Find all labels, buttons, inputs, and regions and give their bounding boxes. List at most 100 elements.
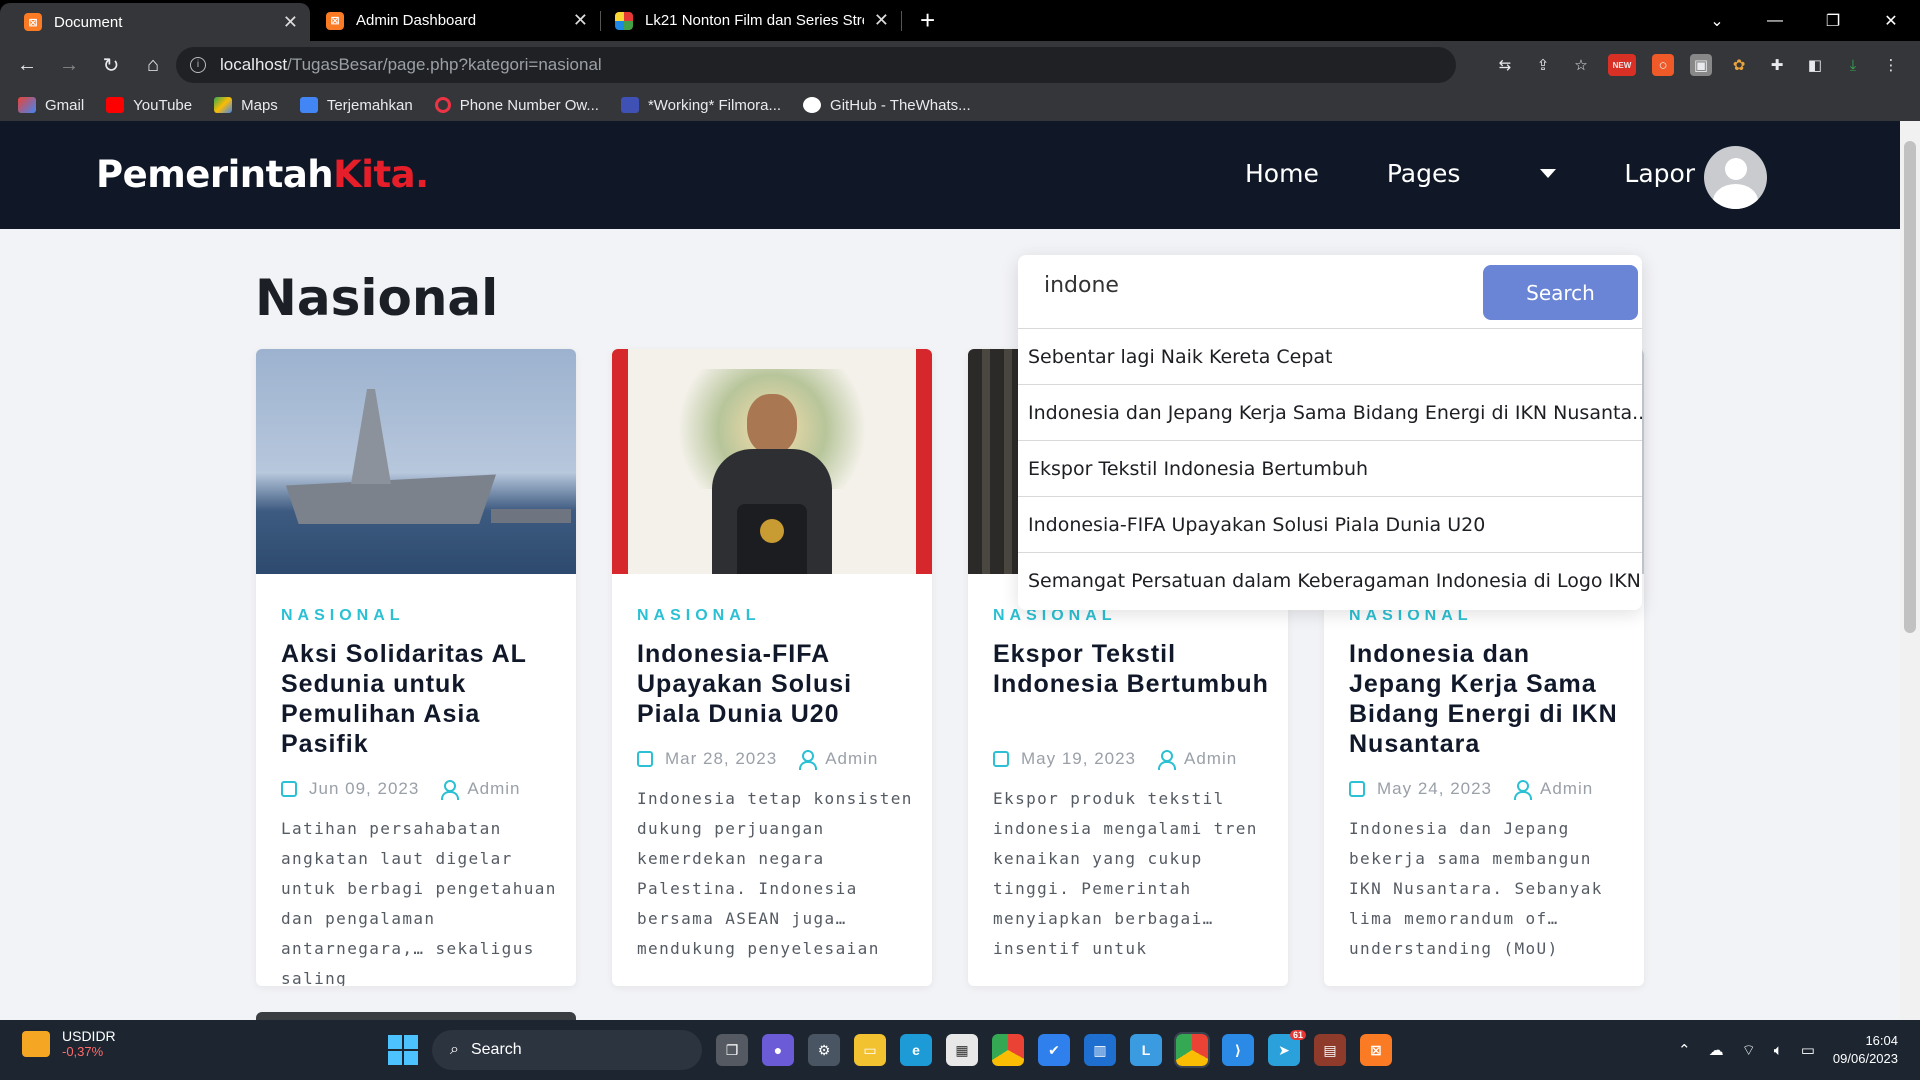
- bookmark-github[interactable]: GitHub - TheWhats...: [803, 97, 971, 114]
- news-card[interactable]: NASIONAL Indonesia-FIFA Upayakan Solusi …: [612, 349, 932, 986]
- card-excerpt: Indonesia tetap konsisten dukung perjuan…: [637, 789, 913, 958]
- vscode-icon[interactable]: ⟩: [1222, 1034, 1254, 1066]
- site-logo[interactable]: PemerintahKita.: [96, 153, 429, 196]
- bookmark-gmail[interactable]: Gmail: [18, 97, 84, 114]
- card-title[interactable]: Indonesia-FIFA Upayakan Solusi Piala Dun…: [637, 639, 917, 729]
- translate-icon[interactable]: ⇆: [1494, 54, 1516, 76]
- avatar[interactable]: [1704, 146, 1767, 209]
- tab-lk21[interactable]: Lk21 Nonton Film dan Series Stre ✕: [601, 0, 901, 41]
- nav-home[interactable]: Home: [1245, 159, 1319, 188]
- suggestion-item[interactable]: Indonesia dan Jepang Kerja Sama Bidang E…: [1018, 384, 1642, 440]
- card-title[interactable]: Aksi Solidaritas AL Sedunia untuk Pemuli…: [281, 639, 561, 759]
- nav-lapor[interactable]: Lapor: [1624, 159, 1695, 188]
- bookmark-youtube[interactable]: YouTube: [106, 97, 192, 114]
- bookmark-phone-number[interactable]: Phone Number Ow...: [434, 96, 599, 114]
- page-viewport: PemerintahKita. Home Pages Lapor Nasiona…: [0, 121, 1920, 1020]
- nav-pages[interactable]: Pages: [1387, 159, 1557, 188]
- scrollbar-thumb[interactable]: [1904, 141, 1916, 633]
- chevron-up-icon[interactable]: ⌃: [1678, 1041, 1691, 1059]
- lk21-icon: [615, 11, 633, 30]
- suggestion-item[interactable]: Ekspor Tekstil Indonesia Bertumbuh: [1018, 440, 1642, 496]
- search-panel: indone Search Sebentar lagi Naik Kereta …: [1018, 255, 1642, 610]
- home-icon[interactable]: ⌂: [132, 54, 174, 77]
- reload-icon[interactable]: ↻: [90, 53, 132, 78]
- bookmark-star-icon[interactable]: ☆: [1570, 54, 1592, 76]
- page-scrollbar[interactable]: [1900, 121, 1920, 1020]
- search-input[interactable]: indone: [1044, 273, 1119, 298]
- bookmark-translate[interactable]: Terjemahkan: [299, 97, 413, 114]
- task-view-icon[interactable]: ❐: [716, 1034, 748, 1066]
- card-title[interactable]: Indonesia dan Jepang Kerja Sama Bidang E…: [1349, 639, 1629, 759]
- tab-search-icon[interactable]: ⌄: [1688, 11, 1746, 31]
- close-icon[interactable]: ✕: [874, 10, 889, 31]
- news-card[interactable]: NASIONAL Aksi Solidaritas AL Sedunia unt…: [256, 349, 576, 986]
- close-window-icon[interactable]: ✕: [1862, 11, 1920, 31]
- tab-title: Admin Dashboard: [356, 12, 477, 29]
- record-extension-icon[interactable]: ○: [1652, 54, 1674, 76]
- search-button[interactable]: Search: [1483, 265, 1638, 320]
- new-tab-icon[interactable]: +: [920, 5, 935, 36]
- settings-gear-icon[interactable]: ⚙: [808, 1034, 840, 1066]
- puzzle-icon[interactable]: ✚: [1766, 54, 1788, 76]
- user-icon: [1158, 750, 1177, 770]
- bookmark-maps[interactable]: Maps: [214, 97, 278, 114]
- edge-icon[interactable]: e: [900, 1034, 932, 1066]
- trello-icon[interactable]: ▥: [1084, 1034, 1116, 1066]
- chrome-active-icon[interactable]: [1174, 1032, 1210, 1068]
- sidepanel-icon[interactable]: ◧: [1804, 54, 1826, 76]
- bookmark-filmora[interactable]: *Working* Filmora...: [620, 97, 781, 114]
- stock-widget[interactable]: USDIDR -0,37%: [22, 1028, 116, 1059]
- minimize-icon[interactable]: —: [1746, 12, 1804, 30]
- restore-icon[interactable]: ❐: [1804, 11, 1862, 31]
- suggestion-item[interactable]: Indonesia-FIFA Upayakan Solusi Piala Dun…: [1018, 496, 1642, 552]
- volume-icon[interactable]: 🔈︎: [1774, 1042, 1783, 1059]
- windows-start-icon[interactable]: [388, 1035, 418, 1065]
- menu-icon[interactable]: ⋮: [1880, 54, 1902, 76]
- tab-admin-dashboard[interactable]: ⊠ Admin Dashboard ✕: [310, 0, 600, 41]
- brand-main: Pemerintah: [96, 153, 334, 196]
- bookmark-label: Phone Number Ow...: [459, 96, 599, 114]
- search-icon: ⌕: [450, 1041, 459, 1058]
- store-icon[interactable]: ▦: [946, 1034, 978, 1066]
- card-meta: Jun 09, 2023 Admin: [281, 779, 521, 800]
- caret-down-icon: [1540, 169, 1557, 178]
- lightshot-icon[interactable]: L: [1130, 1034, 1162, 1066]
- suggestion-item[interactable]: Sebentar lagi Naik Kereta Cepat: [1018, 328, 1642, 384]
- news-card-partial[interactable]: [256, 1012, 576, 1020]
- battery-icon[interactable]: ▭: [1801, 1041, 1815, 1059]
- taskbar-search[interactable]: ⌕ Search: [432, 1030, 702, 1070]
- card-author: Admin: [467, 779, 521, 798]
- forward-icon[interactable]: →: [48, 54, 90, 77]
- card-title[interactable]: Ekspor Tekstil Indonesia Bertumbuh: [993, 639, 1273, 699]
- todo-icon[interactable]: ✔: [1038, 1034, 1070, 1066]
- onedrive-icon[interactable]: ☁: [1709, 1041, 1724, 1059]
- extension-icon[interactable]: ▣: [1690, 54, 1712, 76]
- teams-icon[interactable]: ●: [762, 1034, 794, 1066]
- clock[interactable]: 16:04 09/06/2023: [1833, 1032, 1898, 1068]
- xampp-icon: ⊠: [326, 11, 344, 30]
- winrar-icon[interactable]: ▤: [1314, 1034, 1346, 1066]
- chrome-icon[interactable]: [992, 1034, 1024, 1066]
- news-image-warship: [256, 349, 576, 574]
- telegram-icon[interactable]: ➤ 61: [1268, 1030, 1306, 1066]
- close-icon[interactable]: ✕: [283, 12, 298, 33]
- tab-document[interactable]: ⊠ Document ✕: [0, 3, 310, 41]
- back-icon[interactable]: ←: [6, 54, 48, 77]
- cookie-icon[interactable]: ✿: [1728, 54, 1750, 76]
- xampp-icon[interactable]: ⊠: [1360, 1034, 1392, 1066]
- wifi-icon[interactable]: ⌔: [1742, 1041, 1756, 1060]
- new-extension-icon[interactable]: NEW: [1608, 54, 1636, 76]
- youtube-icon: [106, 97, 125, 113]
- card-date: Mar 28, 2023: [665, 749, 778, 768]
- address-bar[interactable]: i localhost/TugasBesar/page.php?kategori…: [176, 47, 1456, 83]
- close-icon[interactable]: ✕: [573, 10, 588, 31]
- taskbar-search-label: Search: [470, 1041, 522, 1058]
- suggestion-item[interactable]: Semangat Persatuan dalam Keberagaman Ind…: [1018, 552, 1642, 608]
- file-explorer-icon[interactable]: ▭: [854, 1034, 886, 1066]
- nav-links: Home Pages Lapor: [1245, 159, 1763, 188]
- download-icon[interactable]: ⤓: [1842, 54, 1864, 76]
- calendar-icon: [1349, 781, 1365, 797]
- site-info-icon[interactable]: i: [190, 57, 206, 73]
- share-icon[interactable]: ⇪: [1532, 54, 1554, 76]
- maps-icon: [214, 97, 233, 113]
